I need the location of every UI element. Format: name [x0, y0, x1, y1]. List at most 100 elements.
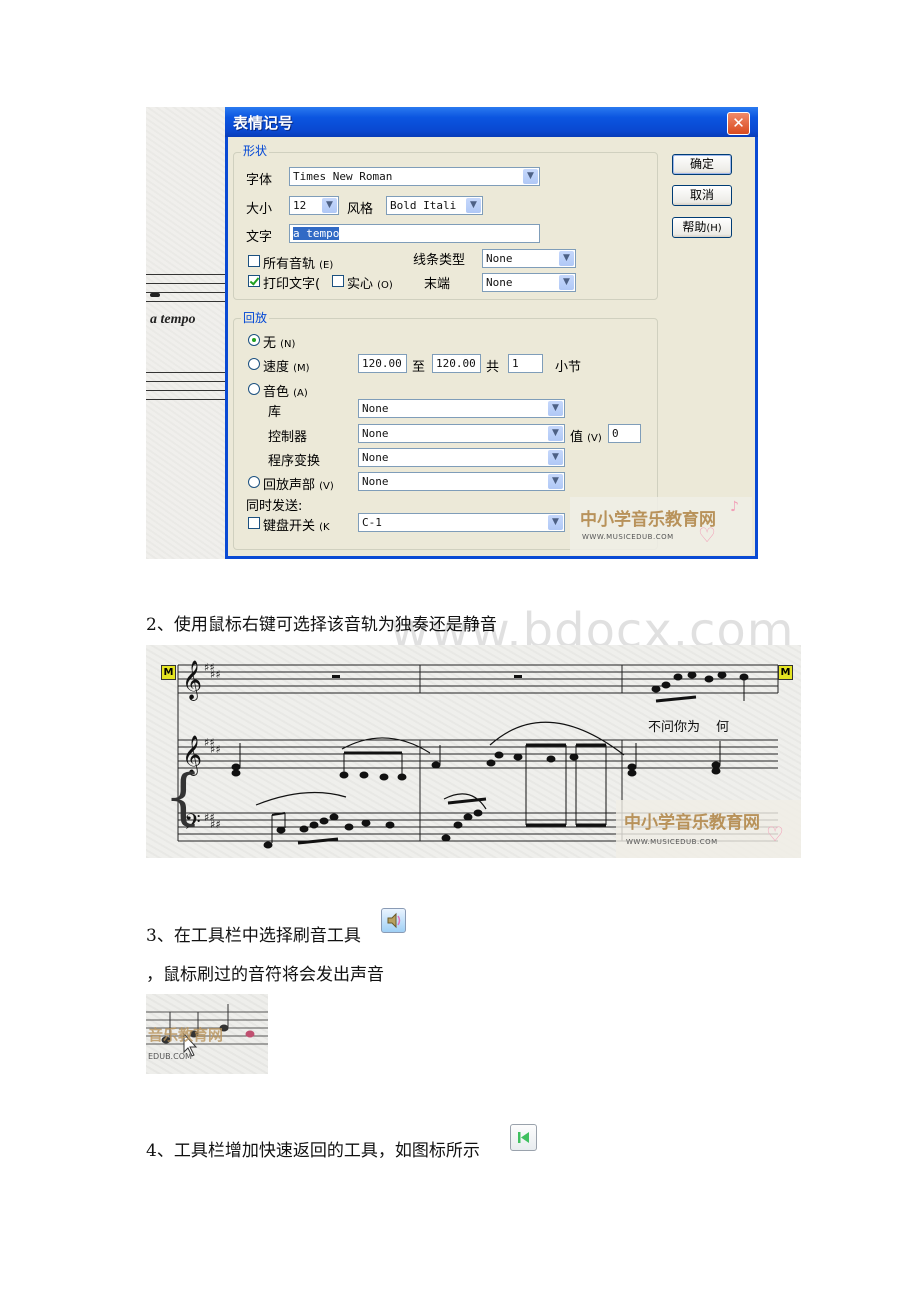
text-input[interactable]: a tempo — [289, 224, 540, 243]
voice-select[interactable]: None ▼ — [358, 472, 565, 491]
playback-group-label: 回放 — [241, 309, 270, 326]
scrub-demo-screenshot: 音乐教育网 EDUB.COM — [146, 994, 268, 1074]
ok-button[interactable]: 确定 — [672, 154, 732, 175]
whole-rest — [332, 675, 340, 678]
chevron-down-icon[interactable]: ▼ — [466, 198, 481, 213]
rewind-tool-button[interactable] — [510, 1124, 537, 1151]
shape-group-label: 形状 — [241, 142, 270, 159]
value-input[interactable]: 0 — [608, 424, 641, 443]
speaker-scrub-icon — [387, 912, 401, 929]
font-select[interactable]: Times New Roman ▼ — [289, 167, 540, 186]
font-value: Times New Roman — [293, 170, 393, 183]
none-label: 无 (N) — [263, 336, 296, 351]
chevron-down-icon[interactable]: ▼ — [322, 198, 337, 213]
line-type-select[interactable]: None ▼ — [482, 249, 576, 268]
site-watermark: 中小学音乐教育网 WWW.MUSICEDUB.COM ♡ ♪ — [570, 497, 752, 555]
heart-icon: ♡ — [698, 523, 716, 547]
end-value: None — [486, 276, 513, 289]
size-label: 大小 — [246, 202, 273, 217]
paragraph-3a: 3、在工具栏中选择刷音工具 — [146, 926, 361, 946]
chevron-down-icon[interactable]: ▼ — [548, 515, 563, 530]
print-text-label: 打印文字( — [263, 277, 321, 292]
treble-clef: 𝄞 — [182, 660, 202, 701]
tempo-radio[interactable] — [248, 358, 260, 370]
chevron-down-icon[interactable]: ▼ — [548, 450, 563, 465]
voice-label: 回放声部 (V) — [263, 478, 334, 493]
help-button[interactable]: 帮助(H) — [672, 217, 732, 238]
svg-text:♯♯: ♯♯ — [210, 668, 221, 681]
tempo-to-input[interactable]: 120.00 — [432, 354, 481, 373]
rests — [332, 675, 522, 678]
score-screenshot: 𝄞 𝄞 𝄢 { ♯♯ ♯♯ ♯♯ ♯♯ ♯♯ ♯♯ M M 不问你为 何 中小学… — [146, 645, 801, 858]
brace: { — [164, 762, 202, 832]
measures-input[interactable]: 1 — [508, 354, 543, 373]
chevron-down-icon[interactable]: ▼ — [559, 251, 574, 266]
solid-label: 实心 (O) — [347, 277, 393, 292]
watermark-url: WWW.MUSICEDUB.COM — [626, 838, 718, 846]
print-text-checkbox[interactable] — [248, 275, 260, 287]
keyswitch-label: 键盘开关 (K — [263, 519, 330, 534]
size-select[interactable]: 12 ▼ — [289, 196, 339, 215]
marker-left[interactable]: M — [161, 665, 176, 680]
whole-rest — [514, 675, 522, 678]
chevron-down-icon[interactable]: ▼ — [523, 169, 538, 184]
line-type-value: None — [486, 252, 513, 265]
keyswitch-checkbox[interactable] — [248, 517, 260, 529]
cancel-button[interactable]: 取消 — [672, 185, 732, 206]
keyswitch-select[interactable]: C-1 ▼ — [358, 513, 565, 532]
text-value: a tempo — [293, 227, 340, 240]
style-label: 风格 — [347, 202, 374, 217]
text-label: 文字 — [246, 230, 273, 245]
program-select[interactable]: None ▼ — [358, 448, 565, 467]
chevron-down-icon[interactable]: ▼ — [548, 401, 563, 416]
lyrics-syllable: 何 — [716, 720, 730, 735]
paragraph-4: 4、工具栏增加快速返回的工具，如图标所示 — [146, 1141, 480, 1161]
clefs: 𝄞 𝄞 𝄢 { — [164, 660, 202, 840]
tempo-label: 速度 (M) — [263, 360, 310, 375]
watermark-text: 中小学音乐教育网 — [624, 813, 760, 833]
solid-checkbox[interactable] — [332, 275, 344, 287]
heart-icon: ♡ — [766, 822, 784, 846]
total-label: 共 — [486, 360, 500, 375]
style-select[interactable]: Bold Itali ▼ — [386, 196, 483, 215]
send-label: 同时发送: — [246, 499, 303, 514]
marker-right[interactable]: M — [778, 665, 793, 680]
expression-dialog-screenshot: a tempo 表情记号 ✕ 形状 字体 Times New Roman ▼ 大… — [146, 107, 758, 559]
paragraph-3b: ，鼠标刷过的音符将会发出声音 — [146, 965, 384, 985]
chevron-down-icon[interactable]: ▼ — [548, 426, 563, 441]
none-radio[interactable] — [248, 334, 260, 346]
value-label: 值 (V) — [570, 430, 602, 445]
timbre-label: 音色 (A) — [263, 385, 308, 400]
keyswitch-value: C-1 — [362, 516, 382, 529]
svg-text:♯♯: ♯♯ — [210, 818, 221, 831]
dialog-client-area: 形状 字体 Times New Roman ▼ 大小 12 ▼ 风格 Bold … — [228, 137, 755, 556]
controller-value: None — [362, 427, 389, 440]
controller-select[interactable]: None ▼ — [358, 424, 565, 443]
close-button[interactable]: ✕ — [727, 112, 750, 135]
end-select[interactable]: None ▼ — [482, 273, 576, 292]
site-watermark: 中小学音乐教育网 WWW.MUSICEDUB.COM ♡ — [616, 800, 801, 858]
bank-select[interactable]: None ▼ — [358, 399, 565, 418]
all-tracks-checkbox[interactable] — [248, 255, 260, 267]
chevron-down-icon[interactable]: ▼ — [559, 275, 574, 290]
timbre-radio[interactable] — [248, 383, 260, 395]
chevron-down-icon[interactable]: ▼ — [548, 474, 563, 489]
note-head — [150, 293, 160, 297]
watermark-url: WWW.MUSICEDUB.COM — [582, 533, 674, 541]
tempo-from-input[interactable]: 120.00 — [358, 354, 407, 373]
svg-text:♯♯: ♯♯ — [210, 743, 221, 756]
voice-radio[interactable] — [248, 476, 260, 488]
program-label: 程序变换 — [268, 454, 321, 469]
style-value: Bold Itali — [390, 199, 457, 212]
watermark-url: EDUB.COM — [148, 1052, 192, 1061]
to-label: 至 — [412, 360, 426, 375]
voice-value: None — [362, 475, 389, 488]
end-label: 末端 — [424, 277, 451, 292]
dialog-titlebar[interactable]: 表情记号 ✕ — [225, 107, 758, 137]
dialog-title: 表情记号 — [233, 114, 294, 132]
font-label: 字体 — [246, 173, 273, 188]
bank-label: 库 — [268, 405, 282, 420]
watermark-text: 中小学音乐教育网 — [580, 510, 716, 530]
scrub-tool-button[interactable] — [381, 908, 406, 933]
expression-dialog: 表情记号 ✕ 形状 字体 Times New Roman ▼ 大小 12 ▼ 风… — [225, 107, 758, 559]
